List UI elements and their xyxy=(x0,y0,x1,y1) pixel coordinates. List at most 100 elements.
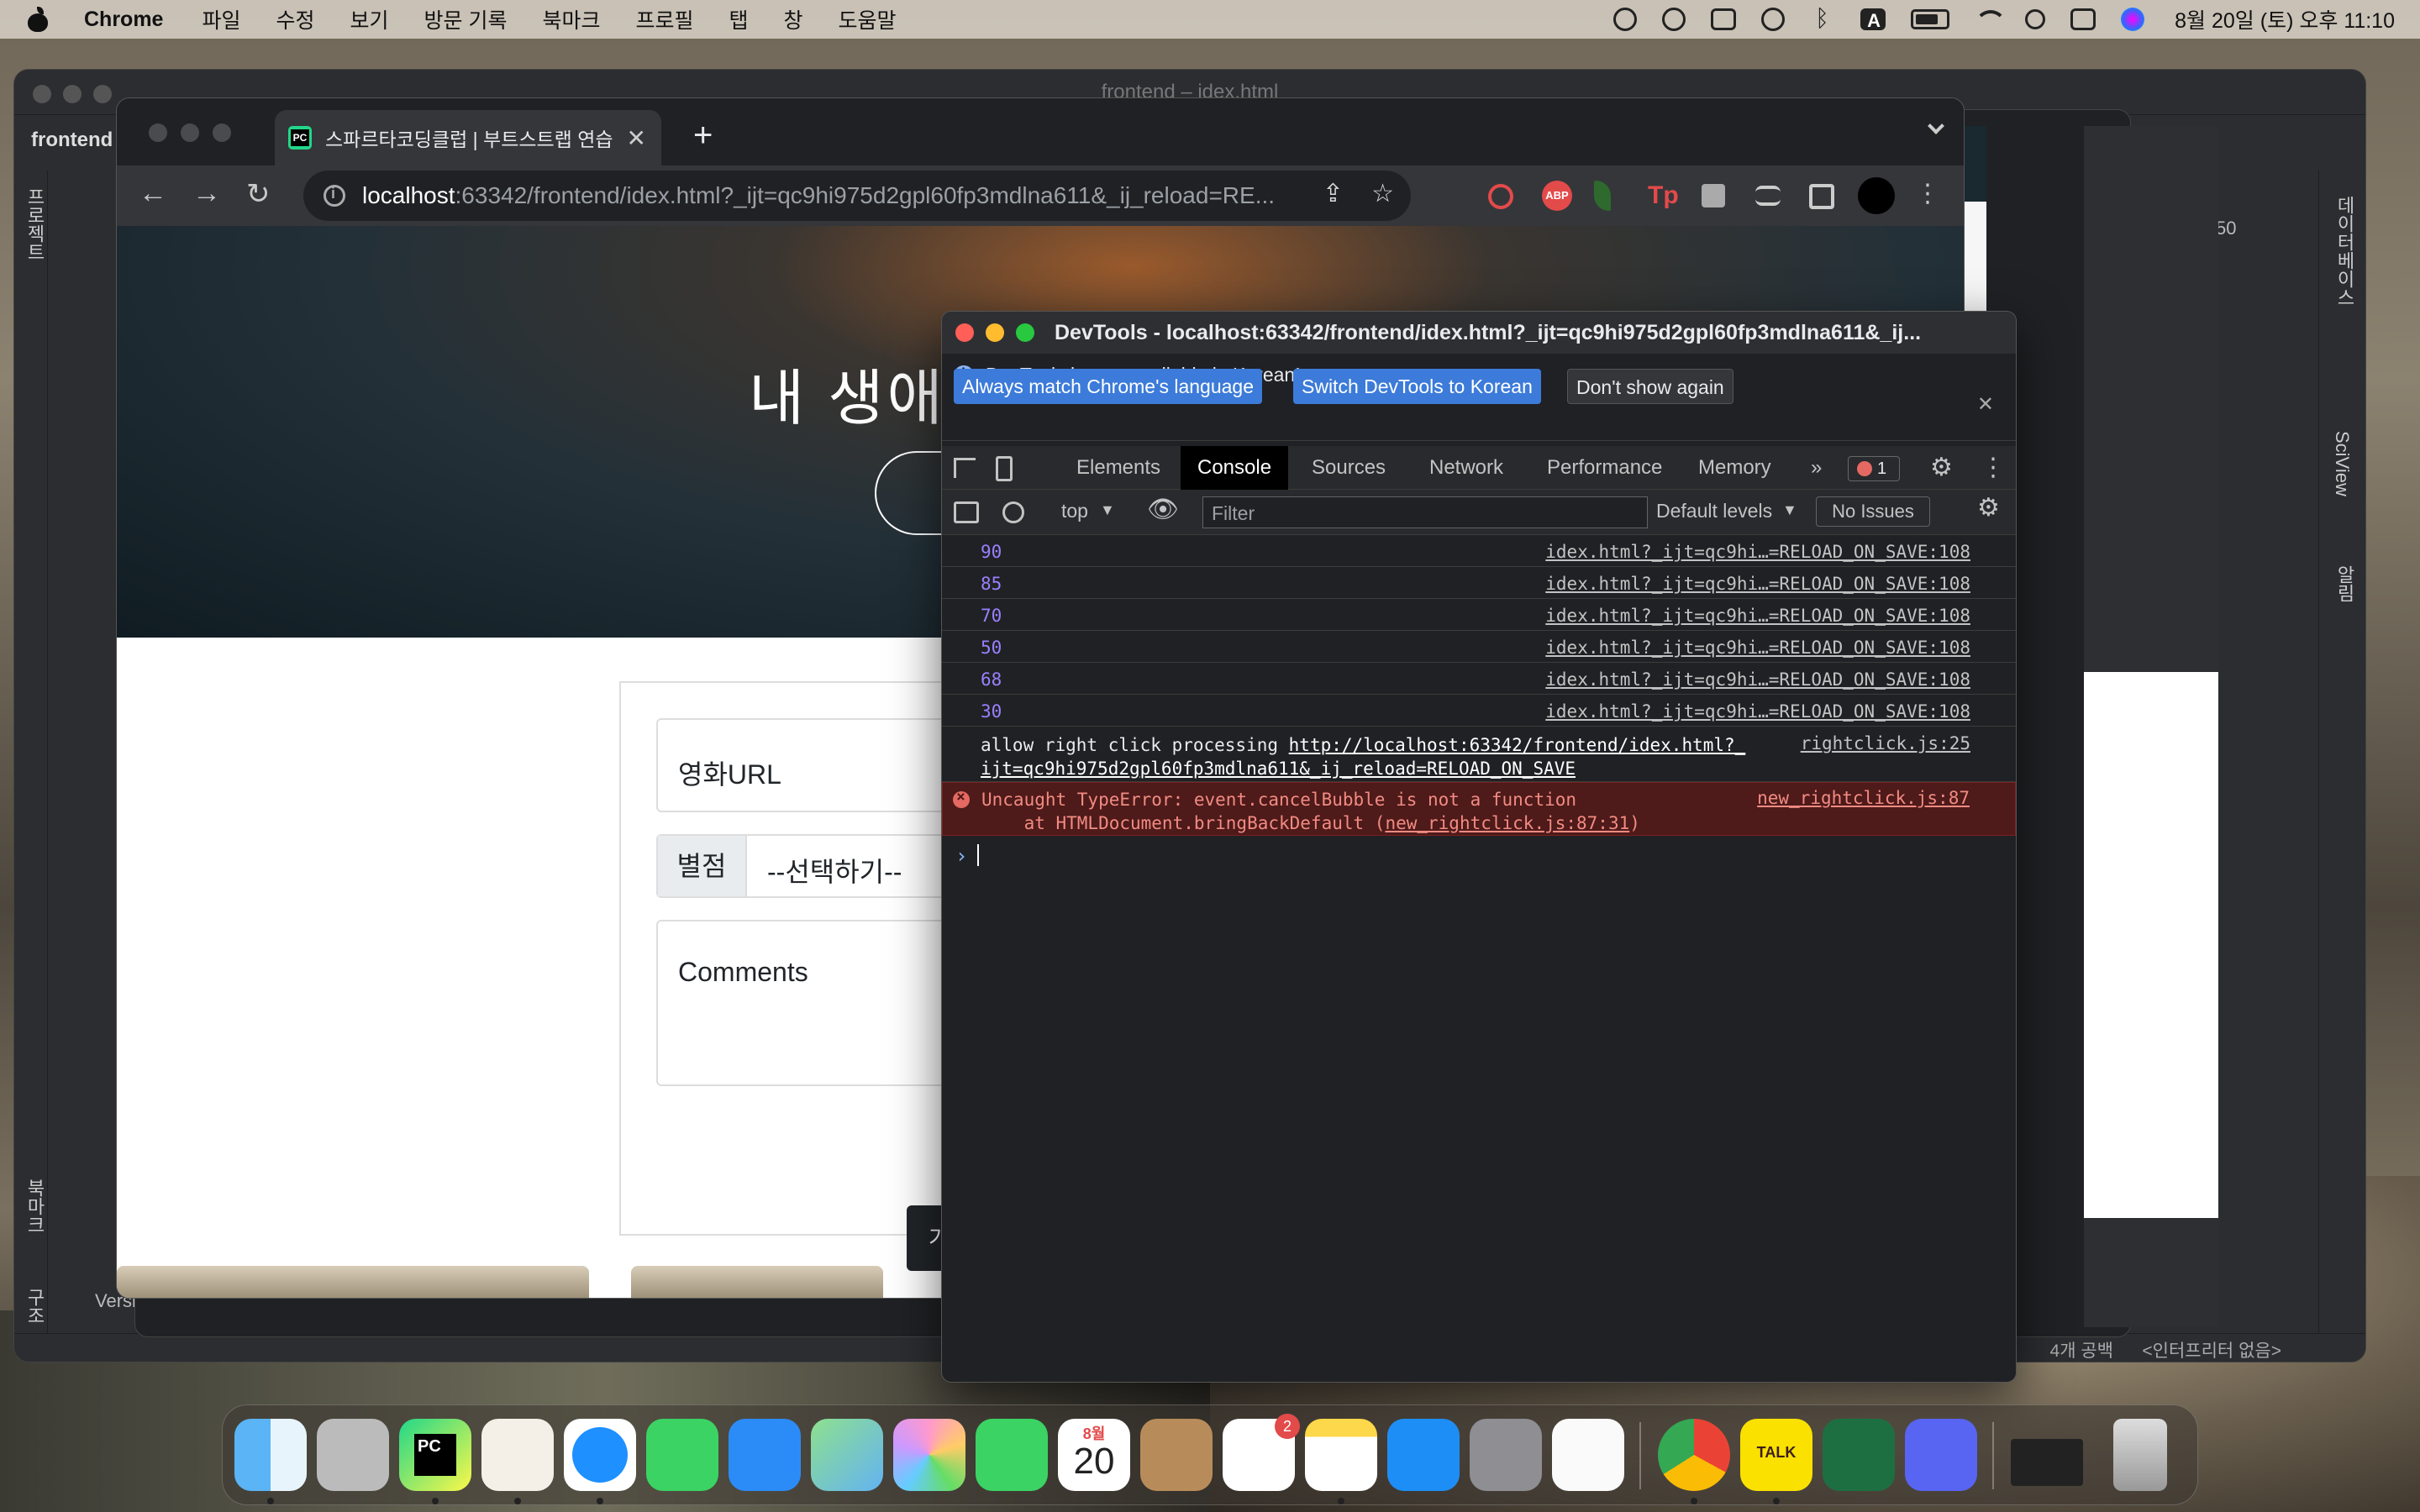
close-window-icon[interactable] xyxy=(149,123,167,142)
movie-card-image[interactable] xyxy=(117,1266,589,1298)
log-source-link[interactable]: idex.html?_ijt=qc9hi…=RELOAD_ON_SAVE:108 xyxy=(1545,574,1970,594)
issues-button[interactable]: No Issues xyxy=(1816,496,1930,527)
address-bar[interactable]: localhost:63342/frontend/idex.html?_ijt=… xyxy=(303,171,1411,221)
input-source-icon[interactable] xyxy=(1860,8,1886,32)
live-expression-eye-icon[interactable]: 👁 xyxy=(1147,495,1179,524)
forward-icon[interactable]: → xyxy=(192,177,221,210)
app-store-icon[interactable] xyxy=(1387,1419,1460,1491)
context-selector[interactable]: top xyxy=(1061,500,1088,522)
log-levels-dropdown[interactable]: Default levels xyxy=(1656,500,1772,522)
photos-icon[interactable] xyxy=(893,1419,965,1491)
clear-console-icon[interactable] xyxy=(1002,501,1024,523)
minimize-window-icon[interactable] xyxy=(181,123,199,142)
menu-help[interactable]: 도움말 xyxy=(839,4,897,34)
finder-icon[interactable] xyxy=(234,1419,307,1491)
notes-icon[interactable] xyxy=(1305,1419,1377,1491)
tool-structure[interactable]: 구조 xyxy=(21,1288,48,1325)
movie-card-image[interactable] xyxy=(631,1266,883,1298)
reminders-icon[interactable]: 2 xyxy=(1223,1414,1300,1491)
trash-icon[interactable] xyxy=(2113,1419,2167,1491)
indent-status[interactable]: 4개 공백 xyxy=(2050,1337,2113,1362)
chrome-menu-icon[interactable]: ⋮ xyxy=(1915,179,1940,208)
log-url-link[interactable]: http://localhost:63342/frontend/idex.htm… xyxy=(1289,735,1746,755)
minimize-window-icon[interactable] xyxy=(63,85,82,103)
menu-history[interactable]: 방문 기록 xyxy=(424,4,508,34)
cyberduck-icon[interactable] xyxy=(481,1419,554,1491)
launchpad-icon[interactable] xyxy=(317,1419,389,1491)
messages-icon[interactable] xyxy=(646,1419,718,1491)
minimized-window-thumbnail[interactable] xyxy=(2011,1439,2083,1486)
switch-to-korean-button[interactable]: Switch DevTools to Korean xyxy=(1293,369,1541,404)
tab-performance[interactable]: Performance xyxy=(1530,446,1679,490)
minimize-window-icon[interactable] xyxy=(986,323,1004,342)
reload-icon[interactable]: ↻ xyxy=(246,177,271,211)
close-banner-icon[interactable]: ✕ xyxy=(1977,392,1994,417)
safari-icon[interactable] xyxy=(564,1419,636,1491)
devtools-menu-icon[interactable]: ⋮ xyxy=(1981,453,2006,482)
console-prompt[interactable]: › xyxy=(955,844,980,868)
spotlight-icon[interactable] xyxy=(2025,9,2046,29)
zoom-window-icon[interactable] xyxy=(93,85,112,103)
sidebar-toggle-icon[interactable] xyxy=(954,501,979,523)
discord-icon[interactable] xyxy=(1905,1419,1977,1491)
console-settings-icon[interactable]: ⚙ xyxy=(1977,493,2000,522)
match-chrome-language-button[interactable]: Always match Chrome's language xyxy=(954,369,1262,404)
sync-icon[interactable] xyxy=(1662,8,1686,31)
textedit-icon[interactable] xyxy=(1552,1419,1624,1491)
inspect-element-icon[interactable] xyxy=(954,458,976,478)
screen-mirroring-icon[interactable] xyxy=(1711,8,1737,30)
media-icon[interactable] xyxy=(1755,186,1781,206)
bluetooth-icon[interactable] xyxy=(1810,5,1835,32)
tool-sciview[interactable]: SciView xyxy=(2331,431,2353,496)
share-icon[interactable]: ⇪ xyxy=(1323,179,1344,208)
pycharm-icon[interactable]: PC xyxy=(399,1419,471,1491)
maps-icon[interactable] xyxy=(811,1419,883,1491)
context-dropdown-icon[interactable]: ▼ xyxy=(1100,501,1115,519)
menu-window[interactable]: 창 xyxy=(784,4,803,34)
tool-bookmarks[interactable]: 북마크 xyxy=(21,1179,48,1234)
tab-memory[interactable]: Memory xyxy=(1681,446,1788,490)
levels-dropdown-icon[interactable]: ▼ xyxy=(1782,501,1797,519)
apple-menu-icon[interactable] xyxy=(25,7,50,32)
error-source-link[interactable]: new_rightclick.js:87 xyxy=(1757,788,1970,808)
menu-tab[interactable]: 탭 xyxy=(729,4,749,34)
tab-console[interactable]: Console xyxy=(1181,446,1289,490)
back-icon[interactable]: ← xyxy=(139,177,167,210)
new-tab-button[interactable]: + xyxy=(693,117,713,155)
chrome-icon[interactable] xyxy=(1658,1419,1730,1491)
system-preferences-icon[interactable] xyxy=(1470,1419,1542,1491)
tp-icon[interactable]: Tp xyxy=(1648,181,1679,211)
device-toolbar-icon[interactable] xyxy=(996,456,1013,481)
contacts-icon[interactable] xyxy=(1140,1419,1213,1491)
menubar-clock[interactable]: 8월 20일 (토) 오후 11:10 xyxy=(2175,4,2395,34)
menu-edit[interactable]: 수정 xyxy=(276,4,314,34)
settings-gear-icon[interactable]: ⚙ xyxy=(1930,453,1953,482)
error-count-badge[interactable]: 1 xyxy=(1848,456,1900,481)
profile-avatar[interactable] xyxy=(1858,177,1895,214)
zoom-window-icon[interactable] xyxy=(213,123,231,142)
puzzle-icon[interactable] xyxy=(1702,184,1725,207)
menu-bookmarks[interactable]: 북마크 xyxy=(542,4,600,34)
pycharm-project-name[interactable]: frontend xyxy=(31,129,113,152)
log-source-link[interactable]: idex.html?_ijt=qc9hi…=RELOAD_ON_SAVE:108 xyxy=(1545,638,1970,658)
siri-icon[interactable] xyxy=(2121,8,2145,31)
close-window-icon[interactable] xyxy=(955,323,974,342)
site-info-icon[interactable] xyxy=(324,185,345,207)
kakaotalk-icon[interactable]: TALK xyxy=(1740,1419,1812,1491)
tab-sources[interactable]: Sources xyxy=(1295,446,1402,490)
calendar-icon[interactable]: 8월 20 xyxy=(1058,1419,1130,1491)
play-icon[interactable] xyxy=(1761,8,1786,31)
log-source-link[interactable]: idex.html?_ijt=qc9hi…=RELOAD_ON_SAVE:108 xyxy=(1545,701,1970,722)
mail-icon[interactable] xyxy=(729,1419,801,1491)
menu-profiles[interactable]: 프로필 xyxy=(635,4,693,34)
tool-project[interactable]: 프로젝트 xyxy=(21,187,48,261)
log-source-link[interactable]: idex.html?_ijt=qc9hi…=RELOAD_ON_SAVE:108 xyxy=(1545,669,1970,690)
browser-tab[interactable]: 스파르타코딩클럽 | 부트스트랩 연습 ✕ xyxy=(275,110,661,165)
tab-elements[interactable]: Elements xyxy=(1060,446,1177,490)
dont-show-again-button[interactable]: Don't show again xyxy=(1567,369,1733,404)
menubar-app-name[interactable]: Chrome xyxy=(84,8,163,32)
zoom-window-icon[interactable] xyxy=(1016,323,1034,342)
bookmark-star-icon[interactable]: ☆ xyxy=(1371,179,1394,208)
creative-cloud-icon[interactable] xyxy=(1613,8,1638,31)
tool-database[interactable]: 데이터베이스 xyxy=(2331,196,2358,307)
